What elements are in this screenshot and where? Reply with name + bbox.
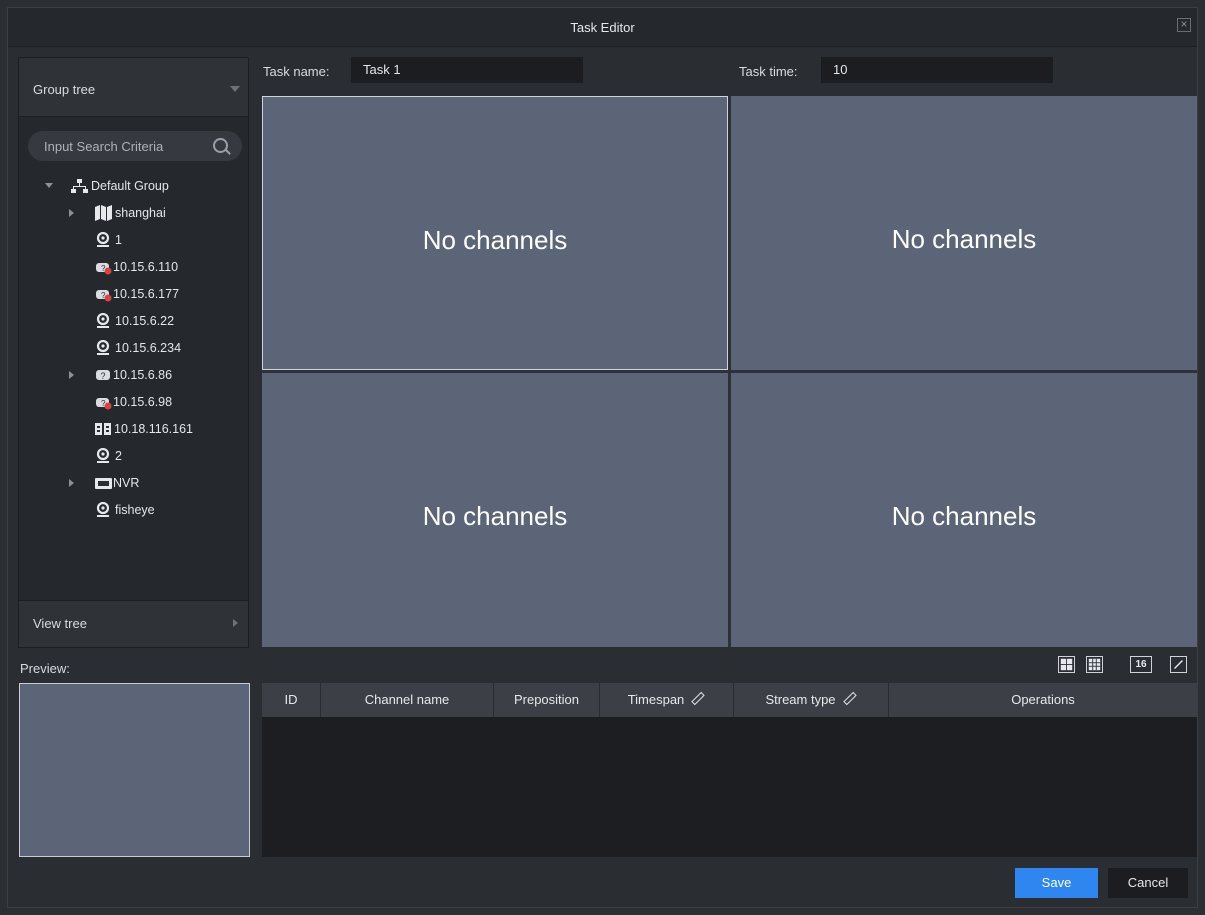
camera-icon xyxy=(96,313,110,328)
task-time-label: Task time: xyxy=(739,64,798,79)
tree-item-label: fisheye xyxy=(115,503,155,517)
preview-pane xyxy=(19,683,250,857)
tree-item-label: 10.15.6.110 xyxy=(113,260,179,274)
channel-table: ID Channel name Preposition Timespan Str… xyxy=(262,683,1197,857)
tree-item-label: 1 xyxy=(115,233,122,247)
tree-item-label: 10.15.6.22 xyxy=(115,314,175,328)
group-tree-header[interactable]: Group tree xyxy=(19,58,248,117)
cancel-button[interactable]: Cancel xyxy=(1108,868,1188,898)
column-label: Preposition xyxy=(513,692,580,707)
window-title: Task Editor xyxy=(570,20,635,35)
column-label: Operations xyxy=(1011,692,1075,707)
no-channels-text: No channels xyxy=(422,225,568,255)
expand-arrow-icon[interactable] xyxy=(69,209,74,217)
column-header-stream-type[interactable]: Stream type xyxy=(734,683,889,717)
tree-item-label: Default Group xyxy=(91,179,169,193)
column-header-operations[interactable]: Operations xyxy=(889,683,1197,717)
grid-cell[interactable]: No channels xyxy=(262,373,728,647)
column-label: ID xyxy=(284,692,298,707)
camera-icon xyxy=(96,502,110,517)
chevron-right-icon xyxy=(233,619,238,627)
search-input[interactable]: Input Search Criteria xyxy=(28,131,242,161)
title-bar: Task Editor × xyxy=(8,8,1197,47)
grid-cell[interactable]: No channels xyxy=(262,96,728,370)
column-header-timespan[interactable]: Timespan xyxy=(600,683,734,717)
task-name-input[interactable]: Task 1 xyxy=(351,57,583,83)
no-channels-text: No channels xyxy=(891,224,1037,254)
device-tree-panel: Group tree Input Search Criteria Default… xyxy=(18,57,249,648)
tree-item-label: 2 xyxy=(115,449,122,463)
view-tree-label: View tree xyxy=(33,616,87,631)
four-pane-layout-icon[interactable] xyxy=(1058,656,1075,673)
encoder-icon xyxy=(95,423,111,435)
tree-item-label: shanghai xyxy=(115,206,166,220)
task-name-label: Task name: xyxy=(263,64,330,79)
search-icon[interactable] xyxy=(213,138,228,153)
camera-icon xyxy=(96,448,110,463)
column-header-id[interactable]: ID xyxy=(262,683,321,717)
tree-item-label: 10.15.6.234 xyxy=(115,341,182,355)
search-placeholder: Input Search Criteria xyxy=(44,139,164,154)
channel-grid: No channels No channels No channels No c… xyxy=(262,96,1197,647)
edit-pencil-icon[interactable] xyxy=(842,691,857,706)
expand-arrow-icon[interactable] xyxy=(69,371,74,379)
nine-pane-layout-icon[interactable] xyxy=(1086,656,1103,673)
map-icon xyxy=(95,205,112,221)
table-header: ID Channel name Preposition Timespan Str… xyxy=(262,683,1197,717)
layout-toolbar: 16 xyxy=(1058,656,1190,674)
camera-icon xyxy=(96,340,110,355)
grid-cell[interactable]: No channels xyxy=(731,96,1197,370)
column-header-preposition[interactable]: Preposition xyxy=(494,683,600,717)
custom-layout-icon[interactable] xyxy=(1170,656,1187,673)
column-label: Timespan xyxy=(627,692,685,707)
edit-pencil-icon[interactable] xyxy=(691,691,706,706)
tree-item-label: 10.15.6.177 xyxy=(113,287,180,301)
group-tree-label: Group tree xyxy=(33,82,96,97)
unknown-device-icon: ? xyxy=(96,370,110,381)
expand-arrow-icon[interactable] xyxy=(69,479,74,487)
sixteen-pane-layout-icon[interactable]: 16 xyxy=(1130,656,1152,673)
nvr-icon xyxy=(95,478,112,489)
save-button[interactable]: Save xyxy=(1015,868,1098,898)
expand-arrow-icon[interactable] xyxy=(45,183,53,188)
task-time-input[interactable]: 10 xyxy=(821,57,1053,83)
tree-item-label: NVR xyxy=(113,476,140,490)
tree-item-label: 10.15.6.98 xyxy=(113,395,173,409)
group-tree-icon xyxy=(71,179,88,193)
offline-camera-icon: ? xyxy=(96,290,112,302)
view-tree-header[interactable]: View tree xyxy=(19,600,248,647)
svg-text:?: ? xyxy=(101,371,106,381)
offline-camera-icon: ? xyxy=(96,263,112,275)
offline-camera-icon: ? xyxy=(96,398,112,410)
column-label: Channel name xyxy=(364,692,450,707)
camera-icon xyxy=(96,232,110,247)
preview-label: Preview: xyxy=(20,661,70,676)
tree-item-label: 10.18.116.161 xyxy=(114,422,194,436)
no-channels-text: No channels xyxy=(422,501,568,531)
column-header-channel-name[interactable]: Channel name xyxy=(321,683,494,717)
grid-cell[interactable]: No channels xyxy=(731,373,1197,647)
chevron-down-icon xyxy=(230,86,240,92)
close-icon[interactable]: × xyxy=(1177,18,1191,32)
no-channels-text: No channels xyxy=(891,501,1037,531)
column-label: Stream type xyxy=(765,692,836,707)
tree-item-label: 10.15.6.86 xyxy=(113,368,173,382)
